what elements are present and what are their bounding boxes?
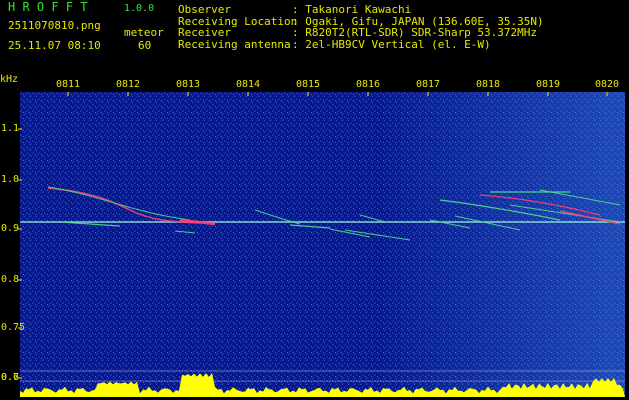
x-tick-label: 0820 [595, 79, 620, 90]
x-tick-label: 0817 [416, 79, 441, 90]
x-tick-label: 0814 [236, 79, 261, 90]
x-tick-label: 0818 [476, 79, 501, 90]
y-tick-label: 0.6 [1, 372, 20, 383]
x-tick-label: 0816 [356, 79, 381, 90]
x-tick-label: 0815 [296, 79, 321, 90]
y-tick-label: 0.9 [1, 223, 20, 234]
x-tick-label: 0811 [56, 79, 81, 90]
x-tick-label: 0812 [116, 79, 141, 90]
spectrogram-plot [18, 92, 625, 397]
spectrogram-noise-overlay [380, 92, 625, 397]
y-tick-label: 1.1 [1, 123, 20, 134]
x-tick-label: 0813 [176, 79, 201, 90]
x-tick-label: 0819 [536, 79, 561, 90]
y-tick-label: 0.8 [1, 274, 20, 285]
y-tick-label: 0.75 [1, 322, 26, 333]
y-tick-label: 1.0 [1, 174, 20, 185]
y-unit-label: kHz [0, 74, 19, 85]
